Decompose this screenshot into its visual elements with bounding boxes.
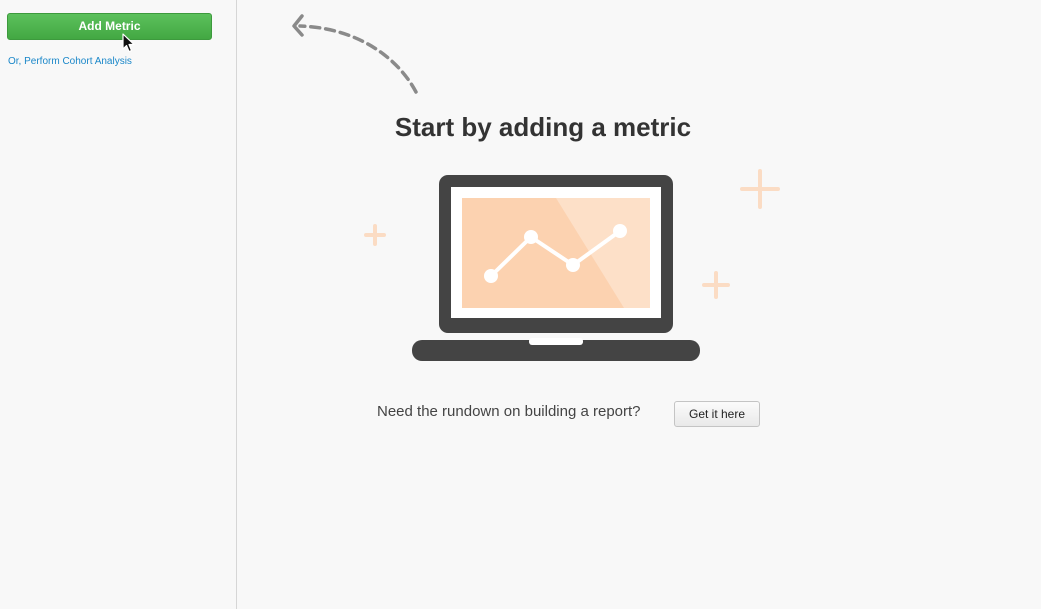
mouse-pointer-icon: [122, 33, 135, 53]
dashed-curved-arrow-icon: [292, 14, 418, 94]
plus-icon: [364, 224, 386, 246]
add-metric-button[interactable]: Add Metric: [7, 13, 212, 40]
plus-icon: [740, 169, 780, 209]
laptop-chart-illustration: [364, 169, 780, 361]
plus-icon: [702, 271, 730, 299]
get-it-here-button[interactable]: Get it here: [674, 401, 760, 427]
rundown-prompt-text: Need the rundown on building a report?: [377, 403, 641, 420]
sidebar: Add Metric Or, Perform Cohort Analysis: [0, 0, 237, 609]
cohort-analysis-link[interactable]: Or, Perform Cohort Analysis: [8, 56, 132, 67]
page-title: Start by adding a metric: [394, 112, 692, 142]
